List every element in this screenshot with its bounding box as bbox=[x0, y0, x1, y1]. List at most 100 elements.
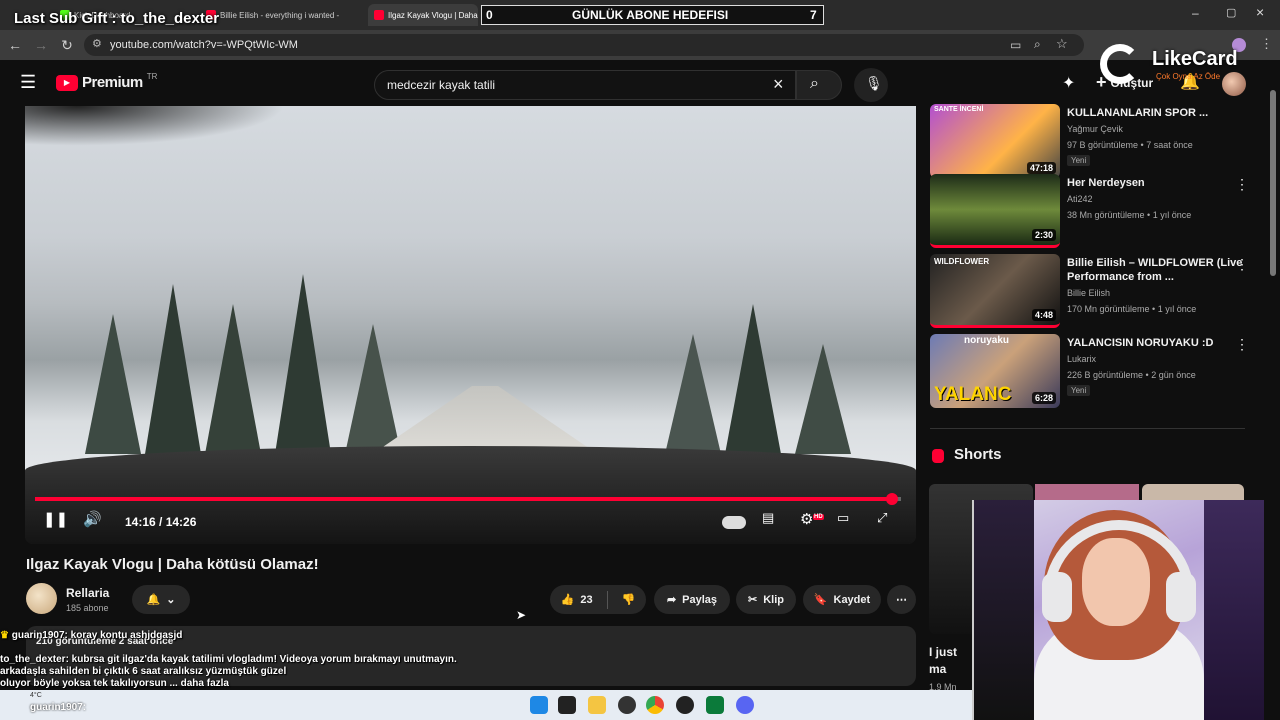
back-icon[interactable]: ← bbox=[6, 36, 24, 54]
fullscreen-icon[interactable]: ⤢ bbox=[877, 510, 887, 526]
short-title: I just ma have to bbox=[929, 645, 958, 676]
likecard-logo: LikeCard Çok Oyna Az Öde bbox=[1100, 44, 1260, 88]
progress-fill bbox=[35, 497, 893, 501]
more-vertical-icon[interactable]: ⋮ bbox=[1235, 336, 1249, 353]
more-actions-button[interactable]: ⋯ bbox=[887, 585, 916, 614]
bookmark-icon: 🔖 bbox=[813, 594, 828, 606]
chat-message: to_the_dexter: kubrsa git ilgaz'da kayak… bbox=[0, 654, 457, 665]
save-button[interactable]: 🔖 Kaydet bbox=[803, 585, 881, 614]
puzzle-icon[interactable]: ✦ bbox=[1062, 73, 1075, 93]
chrome-icon[interactable] bbox=[646, 696, 664, 714]
channel-avatar[interactable] bbox=[26, 583, 57, 614]
pause-icon[interactable]: ❚❚ bbox=[43, 510, 68, 528]
microphone-icon: 🎙 bbox=[865, 75, 883, 91]
reload-icon[interactable]: ↻ bbox=[58, 36, 76, 54]
divider bbox=[606, 590, 608, 609]
app-g-icon[interactable] bbox=[676, 696, 694, 714]
volume-icon[interactable]: 🔊 bbox=[83, 510, 102, 528]
weather-widget[interactable]: 4°C bbox=[30, 692, 42, 699]
tree-shape bbox=[205, 304, 261, 454]
dislike-icon[interactable]: 👎 bbox=[622, 593, 636, 606]
gaming-chair bbox=[974, 500, 1034, 720]
tree-shape bbox=[795, 344, 851, 454]
recommendation-thumbnail: SANTE İNCENİ 47:18 bbox=[930, 104, 1060, 178]
tree-shape bbox=[345, 324, 401, 454]
bookmark-star-icon[interactable]: ☆ bbox=[1056, 36, 1068, 52]
hamburger-menu-icon[interactable]: ☰ bbox=[20, 72, 36, 93]
divider bbox=[930, 428, 1245, 429]
zoom-icon[interactable]: ⌕ bbox=[1034, 37, 1041, 52]
chevron-down-icon: ⌄ bbox=[166, 594, 176, 606]
video-progress-bar[interactable] bbox=[35, 493, 901, 505]
like-dislike-group: 👍 23 👎 bbox=[550, 585, 646, 614]
cast-icon[interactable]: ▭ bbox=[1010, 38, 1021, 52]
voice-search-button[interactable]: 🎙 bbox=[854, 68, 888, 102]
obs-icon[interactable] bbox=[618, 696, 636, 714]
tree-shape bbox=[85, 314, 141, 454]
recommendation-item[interactable]: noruyaku YALANC 6:28 YALANCISIN NORUYAKU… bbox=[930, 334, 1260, 408]
clear-search-icon[interactable]: × bbox=[773, 74, 784, 95]
mouse-cursor-icon: ➤ bbox=[516, 608, 527, 622]
task-view-icon[interactable] bbox=[558, 696, 576, 714]
headset-earcup bbox=[1042, 572, 1072, 622]
more-horizontal-icon: ⋯ bbox=[896, 594, 907, 606]
discord-icon[interactable] bbox=[736, 696, 754, 714]
youtube-logo[interactable]: ▶ Premium TR bbox=[56, 72, 157, 91]
recommendation-item[interactable]: SANTE İNCENİ 47:18 KULLANANLARIN SPOR ..… bbox=[930, 104, 1260, 178]
likecard-swirl-icon bbox=[1100, 44, 1140, 84]
search-input[interactable]: medcezir kayak tatili × bbox=[374, 70, 796, 100]
chat-message: ♛ guarin1907: koray kontu ashjdgasjd bbox=[0, 630, 183, 641]
share-icon: ➦ bbox=[666, 594, 677, 606]
page-scrollbar[interactable] bbox=[1270, 90, 1276, 276]
shorts-logo-icon bbox=[932, 449, 944, 463]
youtube-play-logo-icon: ▶ bbox=[56, 74, 78, 91]
video-player[interactable]: ❚❚ 🔊 14:16 / 14:26 ▤ ⚙ HD ▭ ⤢ bbox=[25, 106, 916, 544]
minimize-icon[interactable]: – bbox=[1192, 6, 1199, 20]
windows-start-icon[interactable] bbox=[530, 696, 548, 714]
terminal-icon[interactable] bbox=[706, 696, 724, 714]
subscriber-count: 185 abone bbox=[66, 603, 109, 613]
theater-mode-icon[interactable]: ▭ bbox=[837, 510, 849, 526]
search-icon: ⌕ bbox=[810, 75, 819, 92]
video-title: Ilgaz Kayak Vlogu | Daha kötüsü Olamaz! bbox=[26, 556, 319, 573]
settings-gear-icon[interactable]: ⚙ bbox=[800, 510, 813, 528]
chat-message: arkadaşla sahilden bi çıktık 6 saat aral… bbox=[0, 666, 287, 677]
forward-icon[interactable]: → bbox=[32, 36, 50, 54]
youtube-favicon-icon bbox=[374, 10, 384, 20]
subtitles-icon[interactable]: ▤ bbox=[762, 510, 774, 526]
autoplay-toggle[interactable] bbox=[722, 516, 746, 529]
site-info-icon[interactable]: ⚙ bbox=[92, 37, 102, 50]
chat-message bbox=[0, 642, 600, 654]
share-button[interactable]: ➦ Paylaş bbox=[654, 585, 730, 614]
channel-name[interactable]: Rellaria bbox=[66, 586, 109, 600]
scissors-icon: ✂ bbox=[748, 594, 758, 606]
maximize-icon[interactable]: ▢ bbox=[1226, 6, 1236, 19]
window-close-icon[interactable]: × bbox=[1256, 4, 1264, 20]
url-field[interactable]: ⚙ youtube.com/watch?v=-WPQtWIc-WM bbox=[84, 34, 1084, 56]
tab-ilgaz-vlog[interactable]: Ilgaz Kayak Vlogu | Daha kö bbox=[368, 4, 478, 26]
more-vertical-icon[interactable]: ⋮ bbox=[1235, 256, 1249, 273]
last-sub-gift-overlay: Last Sub Gift : to_the_dexter bbox=[14, 10, 220, 27]
more-vertical-icon[interactable]: ⋮ bbox=[1235, 176, 1249, 193]
recommendation-item[interactable]: 2:30 Her Nerdeysen Ati242 38 Mn görüntül… bbox=[930, 174, 1260, 248]
chat-message: oluyor böyle yoksa tek takılıyorsun ... … bbox=[0, 678, 229, 689]
clip-button[interactable]: ✂ Klip bbox=[736, 585, 796, 614]
stream-chat-overlay: ♛ guarin1907: koray kontu ashjdgasjd to_… bbox=[0, 630, 600, 690]
tab-billie-eilish[interactable]: Billie Eilish - everything i wanted - bbox=[206, 4, 366, 26]
recommendation-thumbnail: 2:30 bbox=[930, 174, 1060, 248]
browser-menu-icon[interactable]: ⋮ bbox=[1260, 36, 1273, 52]
tree-shape bbox=[275, 274, 331, 454]
subscribed-bell-button[interactable]: 🔔 ⌄ bbox=[132, 585, 190, 614]
tree-shape bbox=[145, 284, 201, 454]
youtube-header: ☰ ▶ Premium TR medcezir kayak tatili × ⌕… bbox=[0, 60, 1280, 106]
windows-taskbar: 4°C bbox=[0, 690, 972, 720]
address-bar-row: ← → ↻ ⚙ youtube.com/watch?v=-WPQtWIc-WM … bbox=[0, 30, 1280, 60]
recommendation-item[interactable]: WILDFLOWER 4:48 Billie Eilish – WILDFLOW… bbox=[930, 254, 1260, 328]
recommendation-thumbnail: WILDFLOWER 4:48 bbox=[930, 254, 1060, 328]
bell-icon: 🔔 bbox=[146, 594, 161, 606]
like-icon[interactable]: 👍 bbox=[561, 593, 575, 606]
video-time: 14:16 / 14:26 bbox=[125, 515, 197, 529]
search-button[interactable]: ⌕ bbox=[796, 70, 842, 100]
file-explorer-icon[interactable] bbox=[588, 696, 606, 714]
recommendation-thumbnail: noruyaku YALANC 6:28 bbox=[930, 334, 1060, 408]
